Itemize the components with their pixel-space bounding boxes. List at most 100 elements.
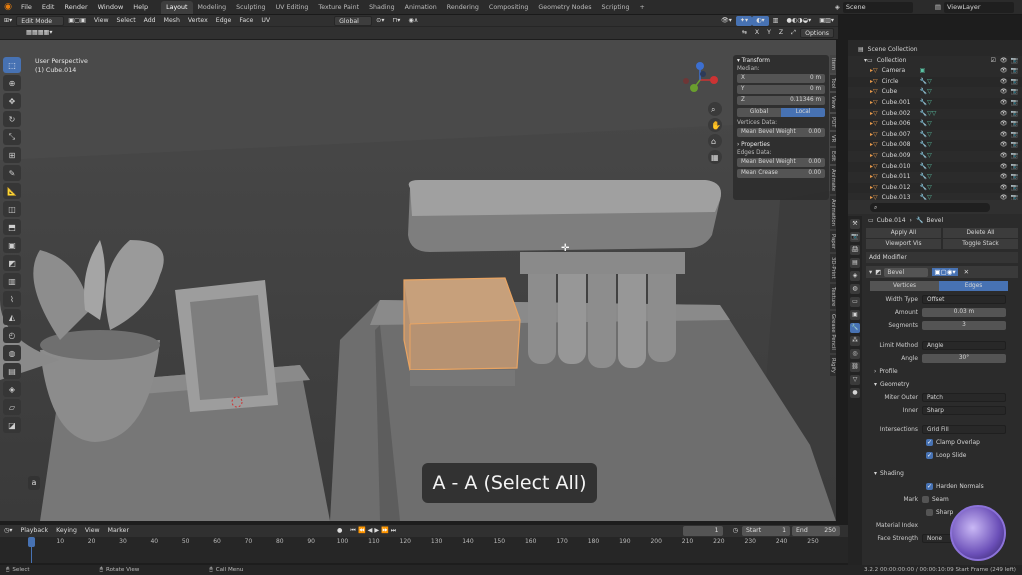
remove-modifier-icon[interactable]: ✕ <box>964 268 969 276</box>
xray-icon[interactable]: ▥ <box>769 16 783 26</box>
properties-header[interactable]: › Properties <box>737 142 825 148</box>
tab-uv-editing[interactable]: UV Editing <box>271 1 314 14</box>
mean-crease-field[interactable]: Mean Crease 0.00 <box>737 169 825 178</box>
eye-icon[interactable]: 👁 <box>1000 151 1008 162</box>
options-dropdown[interactable]: Options <box>800 28 834 38</box>
shear-tool-icon[interactable]: ▱ <box>3 399 21 415</box>
camera-toggle-icon[interactable]: 📷 <box>1011 98 1018 109</box>
tab-rendering[interactable]: Rendering <box>442 1 484 14</box>
delete-all-button[interactable]: Delete All <box>943 228 1018 238</box>
outliner-collection[interactable]: ▾▭ Collection ☑ 👁 📷 <box>848 55 1022 67</box>
menu-vertex[interactable]: Vertex <box>184 16 212 26</box>
camera-toggle-icon[interactable]: 📷 <box>1011 109 1018 120</box>
object-tab-icon[interactable]: ▣ <box>850 310 860 320</box>
outliner-item[interactable]: ▸▽ Cube.010 🔧▽ 👁 📷 <box>848 162 1022 173</box>
mode-selector[interactable]: Edit Mode <box>16 15 65 26</box>
menu-select[interactable]: Select <box>113 16 140 26</box>
miter-outer-dropdown[interactable]: Patch <box>922 393 1006 402</box>
start-frame-field[interactable]: Start 1 <box>742 526 790 536</box>
modifier-data-icons[interactable]: 🔧▽ <box>920 130 932 141</box>
eye-icon[interactable]: 👁 <box>1000 119 1008 130</box>
move-tool-icon[interactable]: ✥ <box>3 93 21 109</box>
scene-selector[interactable]: Scene <box>842 1 913 13</box>
world-tab-icon[interactable]: ◍ <box>850 284 860 294</box>
menu-file[interactable]: File <box>16 0 37 15</box>
menu-timeline-view[interactable]: View <box>81 526 104 536</box>
camera-toggle-icon[interactable]: 📷 <box>1011 56 1018 67</box>
extrude-tool-icon[interactable]: ⬒ <box>3 219 21 235</box>
physics-tab-icon[interactable]: ◎ <box>850 349 860 359</box>
timeline-ruler[interactable]: 1102030405060708090100110120130140150160… <box>0 537 848 547</box>
outliner-item[interactable]: ▸▽ Cube.009 🔧▽ 👁 📷 <box>848 150 1022 162</box>
menu-face[interactable]: Face <box>235 16 257 26</box>
modifier-data-icons[interactable]: 🔧▽ <box>920 119 932 130</box>
collection-tab-icon[interactable]: ▭ <box>850 297 860 307</box>
loop-slide-checkbox[interactable]: ✓ <box>926 452 933 459</box>
annotate-tool-icon[interactable]: ✎ <box>3 165 21 181</box>
smooth-tool-icon[interactable]: ◍ <box>3 345 21 361</box>
timeline[interactable]: 1102030405060708090100110120130140150160… <box>0 537 848 563</box>
profile-panel-header[interactable]: › Profile <box>866 366 1018 377</box>
measure-tool-icon[interactable]: 📐 <box>3 183 21 199</box>
vertices-tab[interactable]: Vertices <box>870 281 939 291</box>
viewport-scene[interactable]: ✛ ⌕ ✋ ⌂ ▦ <box>0 40 836 521</box>
add-cube-tool-icon[interactable]: ◫ <box>3 201 21 217</box>
camera-toggle-icon[interactable]: 📷 <box>1011 130 1018 141</box>
geometry-panel-header[interactable]: ▾ Geometry <box>866 379 1018 390</box>
menu-render[interactable]: Render <box>59 0 92 15</box>
tab-scripting[interactable]: Scripting <box>597 1 635 14</box>
select-mode-icons[interactable]: ▣▢▣ <box>64 16 90 26</box>
sidetab-paper[interactable]: Paper <box>830 231 836 253</box>
outliner-item[interactable]: ▸▽ Cube.011 🔧▽ 👁 📷 <box>848 172 1022 183</box>
modifier-data-icons[interactable]: 🔧▽ <box>920 98 932 109</box>
scene-tab-icon[interactable]: ◈ <box>850 271 860 281</box>
overlay-icon[interactable]: ◐▾ <box>752 15 769 26</box>
modifier-toggle-icons[interactable]: ▣▢◉▾ <box>932 268 958 276</box>
harden-normals-checkbox[interactable]: ✓ <box>926 483 933 490</box>
playback-controls[interactable]: ⏮ ⏪ ◀ ▶ ⏩ ⏭ <box>346 526 400 536</box>
camera-toggle-icon[interactable]: 📷 <box>1011 87 1018 98</box>
toggle-stack-button[interactable]: Toggle Stack <box>943 239 1018 249</box>
eye-icon[interactable]: 👁 <box>1000 140 1008 151</box>
editor-type-icon[interactable]: ⊞▾ <box>0 16 16 26</box>
eye-icon[interactable]: 👁 <box>1000 130 1008 141</box>
median-y-field[interactable]: Y 0 m <box>737 85 825 94</box>
edge-bevel-weight-field[interactable]: Mean Bevel Weight 0.00 <box>737 158 825 167</box>
pivot-icon[interactable]: ⊙▾ <box>372 16 388 26</box>
menu-uv[interactable]: UV <box>257 16 274 26</box>
local-toggle[interactable]: Local <box>781 108 825 117</box>
outliner-scene-collection[interactable]: ▤ Scene Collection <box>848 45 1022 56</box>
eye-icon[interactable]: 👁 <box>1000 87 1008 98</box>
camera-toggle-icon[interactable]: 📷 <box>1011 119 1018 130</box>
eye-icon[interactable]: 👁 <box>1000 98 1008 109</box>
outliner-item[interactable]: ▸▽ Cube.012 🔧▽ 👁 📷 <box>848 183 1022 194</box>
eye-icon[interactable]: 👁 <box>1000 162 1008 173</box>
sidetab-3d-print[interactable]: 3D-Print <box>830 254 836 282</box>
global-toggle[interactable]: Global <box>737 108 781 117</box>
tab-modeling[interactable]: Modeling <box>193 1 232 14</box>
eye-icon[interactable]: 👁 <box>1000 172 1008 183</box>
sidetab-animate[interactable]: Animate <box>830 166 836 195</box>
sidetab-pdt[interactable]: PDT <box>830 113 836 131</box>
axis-x-toggle[interactable]: X <box>751 28 763 38</box>
collapse-icon[interactable]: ▾ <box>869 268 872 276</box>
menu-marker[interactable]: Marker <box>104 526 133 536</box>
menu-edge[interactable]: Edge <box>212 16 236 26</box>
camera-toggle-icon[interactable]: 📷 <box>1011 66 1018 77</box>
loop-cut-tool-icon[interactable]: ▥ <box>3 273 21 289</box>
sidetab-grease-pencil[interactable]: Grease Pencil <box>830 311 836 354</box>
tab-shading[interactable]: Shading <box>364 1 400 14</box>
camera-toggle-icon[interactable]: 📷 <box>1011 77 1018 88</box>
tab-compositing[interactable]: Compositing <box>484 1 533 14</box>
proportional-icon[interactable]: ◉∧ <box>404 16 422 26</box>
spin-tool-icon[interactable]: ◴ <box>3 327 21 343</box>
outliner-item[interactable]: ▸▽ Circle 🔧▽ 👁 📷 <box>848 77 1022 88</box>
sidetab-animation[interactable]: Animation <box>830 196 836 230</box>
snap-icon[interactable]: ⊓▾ <box>388 16 404 26</box>
sharp-checkbox[interactable] <box>926 509 933 516</box>
mirror-icon[interactable]: ▣▥▾ <box>815 16 838 26</box>
width-type-dropdown[interactable]: Offset <box>922 295 1006 304</box>
transform-header[interactable]: ▾ Transform <box>737 58 825 64</box>
camera-toggle-icon[interactable]: 📷 <box>1011 140 1018 151</box>
select-box-tool-icon[interactable]: ⬚ <box>3 57 21 73</box>
